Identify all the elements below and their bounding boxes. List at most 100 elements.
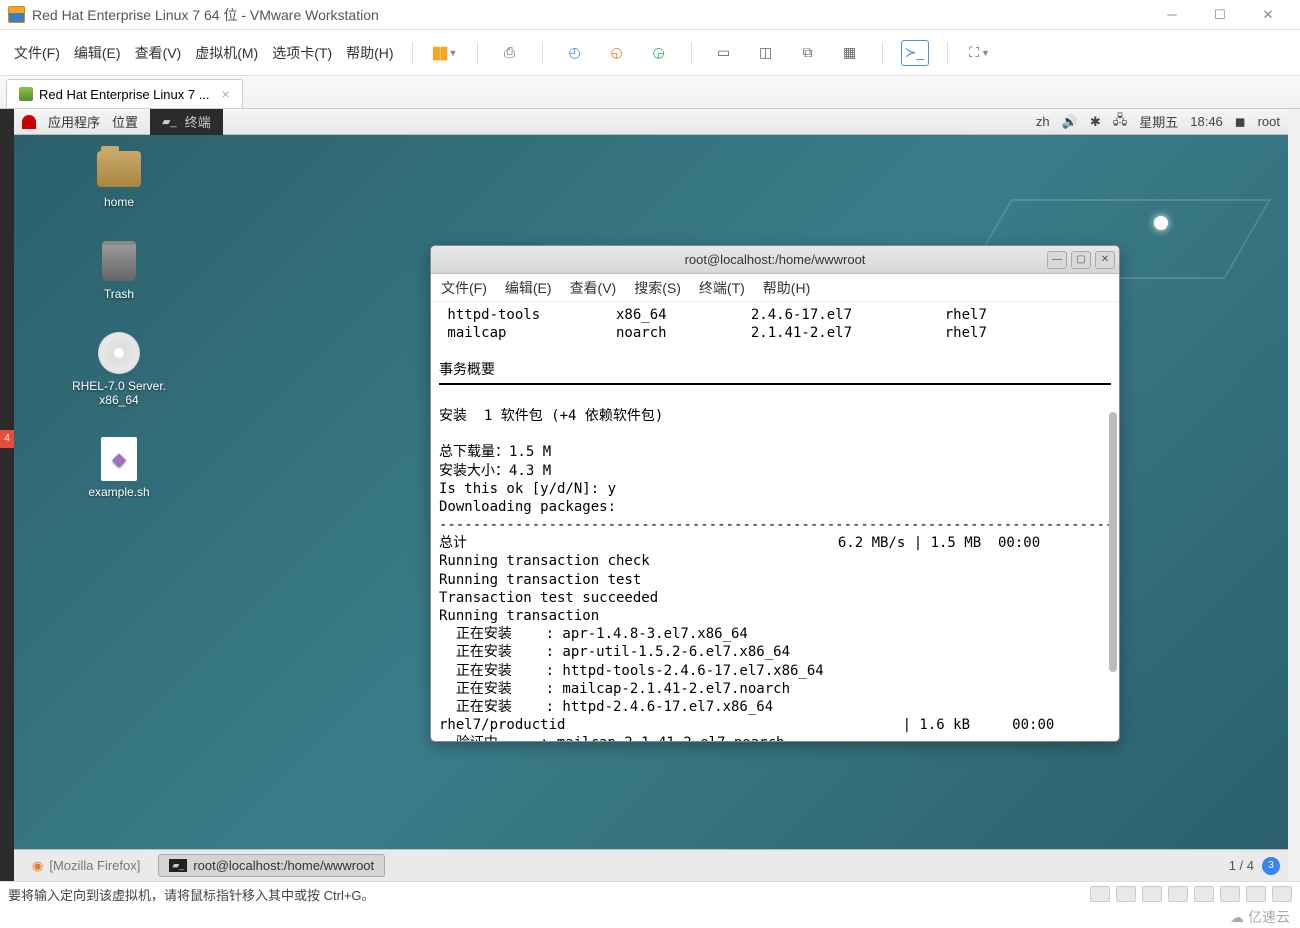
cd-drive[interactable]: RHEL-7.0 Server. x86_64 [69,333,169,407]
input-method[interactable]: zh [1036,114,1050,129]
view-single-icon[interactable]: ▭ [710,40,738,66]
out-line: rhel7/productid | 1.6 kB 00:00 [439,717,1054,733]
vmware-statusbar: 要将输入定向到该虚拟机，请将鼠标指针移入其中或按 Ctrl+G。 [0,881,1300,906]
snapshot-manage-icon[interactable]: ◶ [645,40,673,66]
terminal-window[interactable]: root@localhost:/home/wwwroot ― ▢ ✕ 文件(F)… [430,245,1120,742]
workspace-indicator[interactable]: 1 / 4 [1229,858,1254,873]
icon-label: Trash [104,287,134,301]
tmenu-terminal[interactable]: 终端(T) [699,278,745,298]
device-net-icon[interactable] [1142,886,1162,902]
wallpaper-deco [1154,216,1168,230]
term-maximize-button[interactable]: ▢ [1071,251,1091,269]
file-icon: ◆ [101,437,137,481]
tmenu-search[interactable]: 搜索(S) [634,278,681,298]
cloud-icon: ☁ [1230,909,1244,926]
vmware-window-title: Red Hat Enterprise Linux 7 64 位 - VMware… [32,5,1158,25]
clock-day[interactable]: 星期五 [1139,112,1178,131]
tmenu-view[interactable]: 查看(V) [570,278,617,298]
menu-help[interactable]: 帮助(H) [346,43,393,63]
device-printer-icon[interactable] [1220,886,1240,902]
terminal-title: root@localhost:/home/wwwroot [685,252,866,267]
task-label: [Mozilla Firefox] [49,858,140,873]
out-line: httpd-tools x86_64 2.4.6-17.el7 rhel7 [439,307,987,323]
out-line: ----------------------------------------… [439,517,1113,533]
minimize-button[interactable]: ─ [1158,5,1186,25]
user-label[interactable]: root [1258,114,1280,129]
task-firefox[interactable]: ◉ [Mozilla Firefox] [22,855,150,877]
menu-view[interactable]: 查看(V) [135,43,182,63]
active-app-pill[interactable]: ▰_ 终端 [150,109,223,135]
vm-tab[interactable]: Red Hat Enterprise Linux 7 ... × [6,79,243,108]
clock-time[interactable]: 18:46 [1190,114,1223,129]
device-cd-icon[interactable] [1116,886,1136,902]
vm-power-on-icon [19,87,33,101]
snapshot-revert-icon[interactable]: ◵ [603,40,631,66]
icon-label: home [104,195,134,209]
out-line: 总下载量：1.5 M [439,444,551,460]
view-unity-icon[interactable]: ⧉ [794,40,822,66]
vm-tab-label: Red Hat Enterprise Linux 7 ... [39,87,210,102]
gnome-taskbar: ◉ [Mozilla Firefox] ▰_ root@localhost:/h… [14,849,1288,881]
tmenu-file[interactable]: 文件(F) [441,278,487,298]
view-split-icon[interactable]: ◫ [752,40,780,66]
firefox-icon: ◉ [32,858,43,874]
close-button[interactable]: ✕ [1254,5,1282,25]
console-view-icon[interactable]: ≻_ [901,40,929,66]
menu-vm[interactable]: 虚拟机(M) [195,43,258,63]
power-icon[interactable]: ◼ [1235,114,1246,130]
places-menu[interactable]: 位置 [112,112,138,131]
device-sound-icon[interactable] [1194,886,1214,902]
out-line: 总计 6.2 MB/s | 1.5 MB 00:00 [439,535,1040,551]
trash-icon [102,241,136,281]
terminal-titlebar[interactable]: root@localhost:/home/wwwroot ― ▢ ✕ [431,246,1119,274]
page-footer [0,906,1300,928]
folder-icon [97,151,141,187]
guest-display[interactable]: 应用程序 位置 ▰_ 终端 zh 🔊 ✱ 🖧 星期五 18:46 ◼ root … [14,109,1288,881]
menu-file[interactable]: 文件(F) [14,43,60,63]
tab-close-icon[interactable]: × [222,86,230,102]
separator [691,42,692,64]
disc-icon [98,332,140,374]
bluetooth-icon[interactable]: ✱ [1090,114,1101,130]
network-icon[interactable]: 🖧 [1113,111,1128,133]
gnome-topbar: 应用程序 位置 ▰_ 终端 zh 🔊 ✱ 🖧 星期五 18:46 ◼ root [14,109,1288,135]
menu-edit[interactable]: 编辑(E) [74,43,121,63]
device-icons [1090,886,1292,902]
out-line: Transaction test succeeded [439,590,658,606]
device-display-icon[interactable] [1246,886,1266,902]
notification-badge[interactable]: 3 [1262,857,1280,875]
maximize-button[interactable]: ☐ [1206,5,1234,25]
host-edge-badge: 4 [0,430,14,448]
home-folder[interactable]: home [69,149,169,209]
terminal-icon: ▰_ [162,115,177,128]
out-line: 安装 1 软件包 (+4 依赖软件包) [439,408,663,424]
separator [477,42,478,64]
device-misc-icon[interactable] [1272,886,1292,902]
menu-tabs[interactable]: 选项卡(T) [272,43,332,63]
tmenu-edit[interactable]: 编辑(E) [505,278,552,298]
separator [947,42,948,64]
term-minimize-button[interactable]: ― [1047,251,1067,269]
term-close-button[interactable]: ✕ [1095,251,1115,269]
device-usb-icon[interactable] [1168,886,1188,902]
tmenu-help[interactable]: 帮助(H) [763,278,810,298]
script-file[interactable]: ◆ example.sh [69,439,169,499]
vmware-titlebar: Red Hat Enterprise Linux 7 64 位 - VMware… [0,0,1300,30]
applications-menu[interactable]: 应用程序 [48,112,100,131]
scrollbar[interactable] [1109,412,1117,672]
fullscreen-icon[interactable]: ⛶▼ [966,40,994,66]
out-line: 正在安装 : apr-util-1.5.2-6.el7.x86_64 [439,644,790,660]
out-line: 正在安装 : mailcap-2.1.41-2.el7.noarch [439,681,790,697]
view-thumbnail-icon[interactable]: ▦ [836,40,864,66]
separator [412,42,413,64]
device-hdd-icon[interactable] [1090,886,1110,902]
volume-icon[interactable]: 🔊 [1062,114,1078,130]
task-terminal[interactable]: ▰_ root@localhost:/home/wwwroot [158,854,385,877]
send-ctrl-alt-del-icon[interactable]: ⎙ [496,40,524,66]
snapshot-take-icon[interactable]: ◴ [561,40,589,66]
pause-button[interactable]: ▮▮▼ [431,40,459,66]
vmware-menubar: 文件(F) 编辑(E) 查看(V) 虚拟机(M) 选项卡(T) 帮助(H) ▮▮… [0,30,1300,76]
trash[interactable]: Trash [69,241,169,301]
separator [542,42,543,64]
terminal-output[interactable]: httpd-tools x86_64 2.4.6-17.el7 rhel7 ma… [431,302,1119,741]
